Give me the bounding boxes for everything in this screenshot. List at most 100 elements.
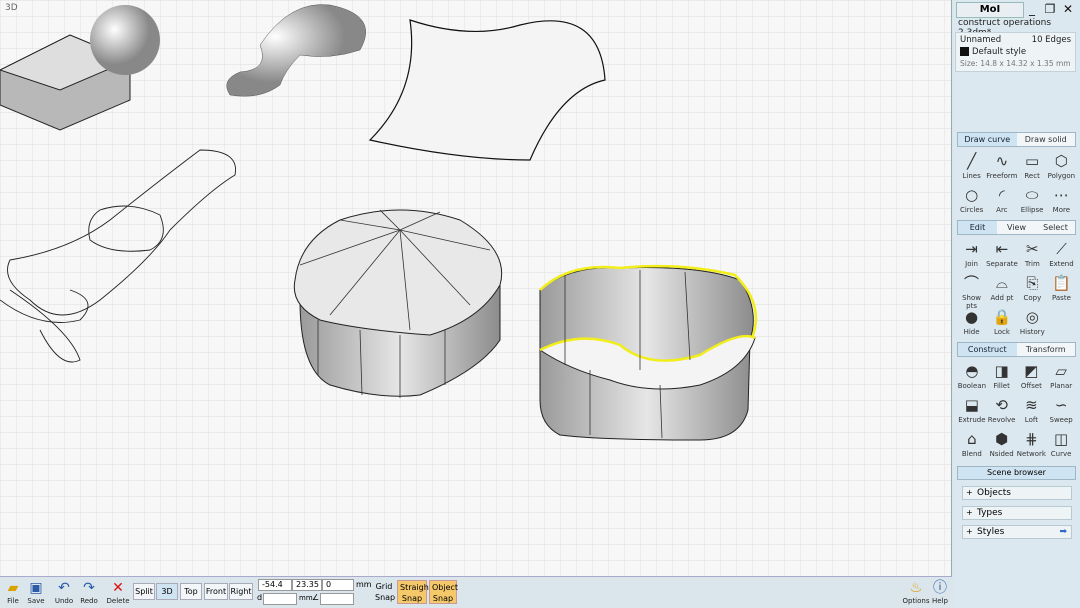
expand-icon[interactable]: + [966, 507, 974, 519]
extrude-icon: ⬓ [964, 396, 979, 414]
tool-circles[interactable]: ○ Circles [957, 184, 986, 216]
undo-button[interactable]: ↶ Undo [53, 579, 75, 605]
tab-construct[interactable]: Construct [958, 343, 1017, 356]
angle-input[interactable] [320, 593, 354, 605]
tool-fillet[interactable]: ◨ Fillet [987, 360, 1017, 392]
tool-polygon[interactable]: ⬡ Polygon [1047, 150, 1076, 182]
tool-join[interactable]: ⇥ Join [957, 238, 986, 270]
tool-add-pt[interactable]: ⌓ Add pt [986, 272, 1018, 304]
tool-rect[interactable]: ▭ Rect [1017, 150, 1046, 182]
tool-nsided[interactable]: ⬢ Nsided [987, 428, 1017, 460]
tool-loft[interactable]: ≋ Loft [1017, 394, 1047, 426]
offset-shell-object[interactable] [539, 264, 758, 441]
angle-icon: ∠ [312, 593, 320, 602]
offset-icon: ◩ [1024, 362, 1039, 380]
style-name[interactable]: Default style [972, 47, 1026, 59]
options-label: Options [902, 597, 930, 605]
expand-icon[interactable]: + [966, 487, 974, 499]
view-3d[interactable]: 3D [156, 583, 178, 600]
tab-view[interactable]: View [997, 221, 1036, 234]
object-snap-toggle[interactable]: Object Snap [429, 580, 458, 604]
scene-browser-header[interactable]: Scene browser [957, 466, 1076, 480]
tool-trim[interactable]: ✂ Trim [1018, 238, 1047, 270]
scene-styles[interactable]: + Styles ➡ [962, 525, 1072, 539]
coord-z[interactable]: 0 [322, 579, 354, 591]
tool-ellipse[interactable]: ⬭ Ellipse [1017, 184, 1046, 216]
object-name[interactable]: Unnamed [960, 35, 1001, 47]
tool-sweep[interactable]: ∽ Sweep [1046, 394, 1076, 426]
scene-types[interactable]: + Types [962, 506, 1072, 520]
tab-draw-solid[interactable]: Draw solid [1017, 133, 1076, 146]
tool-copy[interactable]: ⎘ Copy [1018, 272, 1047, 304]
freeform-icon: ∿ [995, 152, 1009, 170]
tool-label: Loft [1024, 416, 1038, 424]
tool-revolve[interactable]: ⟲ Revolve [987, 394, 1017, 426]
save-button[interactable]: ▣ Save [25, 579, 47, 605]
close-icon[interactable]: ✕ [1059, 1, 1077, 17]
tool-network[interactable]: ⋕ Network [1017, 428, 1047, 460]
coord-x[interactable]: -54.4 [258, 579, 292, 591]
scene-objects[interactable]: + Objects [962, 486, 1072, 500]
tool-more[interactable]: ⋯ More [1047, 184, 1076, 216]
options-button[interactable]: ♨ Options [902, 579, 930, 605]
revolve-icon: ⟲ [995, 396, 1008, 414]
tool-history[interactable]: ◎ History [1018, 306, 1047, 338]
tab-select[interactable]: Select [1036, 221, 1075, 234]
styles-arrow-icon[interactable]: ➡ [1059, 526, 1067, 538]
tool-label: Blend [961, 450, 982, 458]
tool-lines[interactable]: ╱ Lines [957, 150, 986, 182]
tool-label: Paste [1051, 294, 1071, 302]
tool-freeform[interactable]: ∿ Freeform [986, 150, 1017, 182]
loft-icon: ≋ [1025, 396, 1038, 414]
object-size: Size: 14.8 x 14.32 x 1.35 mm [960, 59, 1071, 68]
3d-viewport[interactable]: 3D [0, 0, 952, 576]
help-icon: ⓘ [933, 580, 947, 596]
minimize-icon[interactable]: _ [1023, 1, 1041, 17]
view-right[interactable]: Right [229, 583, 253, 600]
view-top[interactable]: Top [180, 583, 202, 600]
tool-extrude[interactable]: ⬓ Extrude [957, 394, 987, 426]
tab-edit[interactable]: Edit [958, 221, 997, 234]
tool-separate[interactable]: ⇤ Separate [986, 238, 1018, 270]
redo-button[interactable]: ↷ Redo [78, 579, 100, 605]
tool-label: Revolve [987, 416, 1016, 424]
tool-label: Polygon [1047, 172, 1076, 180]
app-title[interactable]: MoI [956, 2, 1024, 18]
tab-draw-curve[interactable]: Draw curve [958, 133, 1017, 146]
delete-icon: ✕ [112, 580, 124, 596]
delete-button[interactable]: ✕ Delete [105, 579, 131, 605]
scene-types-label: Types [977, 508, 1003, 518]
tool-label: Sweep [1049, 416, 1073, 424]
tool-show-pts[interactable]: ⌒ Show pts [957, 272, 986, 310]
viewport-canvas[interactable] [0, 0, 952, 576]
add-pt-icon: ⌓ [996, 274, 1008, 292]
tool-extend[interactable]: ⟋ Extend [1047, 238, 1076, 270]
view-split[interactable]: Split [133, 583, 155, 600]
tool-paste[interactable]: 📋 Paste [1047, 272, 1076, 304]
lines-icon: ╱ [967, 152, 977, 170]
tool-curve[interactable]: ◫ Curve [1046, 428, 1076, 460]
tool-label: Circles [959, 206, 984, 214]
tool-lock[interactable]: 🔒 Lock [986, 306, 1018, 338]
grid-snap-toggle[interactable]: Grid Snap [373, 580, 395, 604]
view-front[interactable]: Front [204, 583, 228, 600]
tool-boolean[interactable]: ◓ Boolean [957, 360, 987, 392]
extend-icon: ⟋ [1056, 240, 1067, 258]
bottom-toolbar: ▰ File ▣ Save ↶ Undo ↷ Redo ✕ Delete Split 3D… [0, 576, 952, 608]
help-button[interactable]: ⓘ Help [930, 579, 950, 605]
tab-transform[interactable]: Transform [1017, 343, 1076, 356]
file-button[interactable]: ▰ File [2, 579, 24, 605]
tool-offset[interactable]: ◩ Offset [1017, 360, 1047, 392]
expand-icon[interactable]: + [966, 526, 974, 538]
redo-label: Redo [80, 597, 98, 605]
tool-label: Join [965, 260, 978, 268]
coord-y[interactable]: 23.35 [292, 579, 322, 591]
maximize-icon[interactable]: ❐ [1041, 1, 1059, 17]
distance-label: d [257, 593, 263, 602]
distance-input[interactable] [263, 593, 297, 605]
straight-snap-toggle[interactable]: Straight Snap [397, 580, 432, 604]
tool-planar[interactable]: ▱ Planar [1046, 360, 1076, 392]
tool-hide[interactable]: ● Hide [957, 306, 986, 338]
tool-blend[interactable]: ⌂ Blend [957, 428, 987, 460]
tool-arc[interactable]: ◜ Arc [986, 184, 1017, 216]
